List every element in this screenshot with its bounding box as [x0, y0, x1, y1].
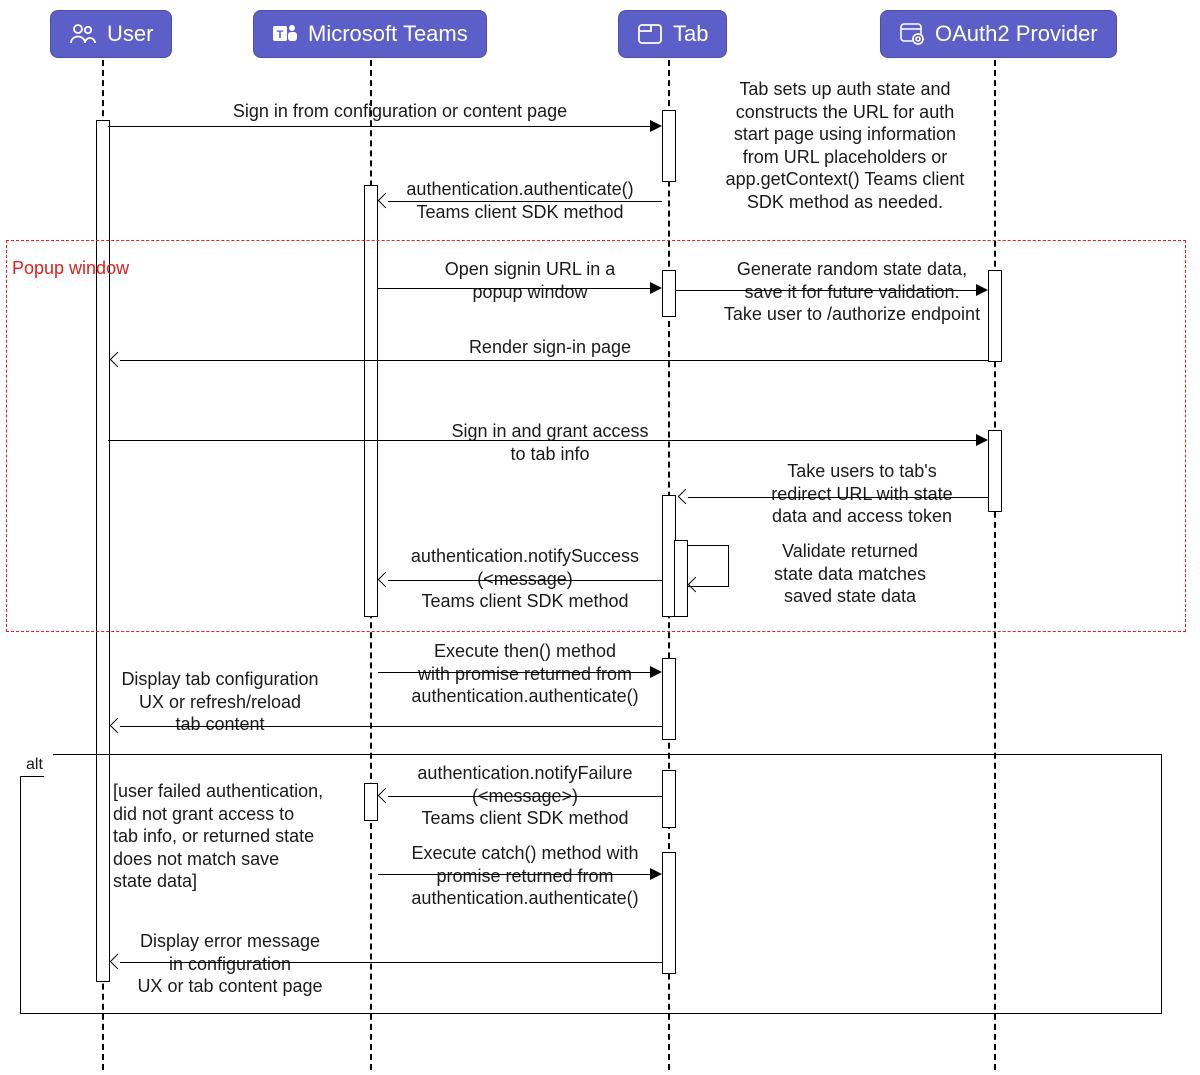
arrowhead-signin-grant [976, 434, 988, 446]
participant-user-label: User [107, 21, 153, 47]
note-validate: Validate returned state data matches sav… [750, 540, 950, 608]
msg-display-error: Display error message in configuration U… [115, 930, 345, 998]
arrow-notify-failure [388, 796, 662, 797]
participant-teams: T Microsoft Teams [253, 10, 487, 58]
users-icon [69, 22, 97, 46]
participant-user: User [50, 10, 172, 58]
arrow-open-popup [378, 288, 651, 289]
msg-signin-start: Sign in from configuration or content pa… [165, 100, 635, 123]
tab-icon [637, 23, 663, 45]
arrow-render-signin [120, 360, 988, 361]
arrowhead-to-oauth-authorize [976, 284, 988, 296]
arrow-signin-grant [108, 440, 978, 441]
popup-window-label: Popup window [12, 258, 129, 280]
note-redirect: Take users to tab's redirect URL with st… [752, 460, 972, 528]
browser-cog-icon [899, 22, 925, 46]
note-generate-state: Generate random state data, save it for … [712, 258, 992, 326]
activation-tab-1 [662, 110, 676, 182]
activation-tab-4 [662, 658, 676, 740]
participant-teams-label: Microsoft Teams [308, 21, 468, 47]
sequence-diagram: User T Microsoft Teams Tab [0, 0, 1200, 1075]
arrowhead-auth-authenticate [378, 193, 394, 209]
msg-signin-grant: Sign in and grant access to tab info [400, 420, 700, 465]
participant-oauth-label: OAuth2 Provider [935, 21, 1098, 47]
alt-condition: [user failed authentication, did not gra… [113, 780, 343, 893]
arrow-exec-then [378, 672, 651, 673]
arrow-display-error [120, 962, 662, 963]
msg-open-popup: Open signin URL in a popup window [420, 258, 640, 303]
arrow-signin-start [108, 126, 651, 127]
arrow-to-oauth-authorize [676, 290, 978, 291]
arrowhead-exec-then [650, 666, 662, 678]
arrow-redirect [688, 497, 988, 498]
note-tab-setup: Tab sets up auth state and constructs th… [715, 78, 975, 213]
msg-exec-then: Execute then() method with promise retur… [395, 640, 655, 708]
arrowhead-open-popup [650, 282, 662, 294]
msg-render-signin: Render sign-in page [400, 336, 700, 359]
participant-tab: Tab [618, 10, 727, 58]
arrow-exec-catch [378, 874, 651, 875]
msg-notify-success: authentication.notifySuccess (<message) … [395, 545, 655, 613]
arrow-auth-authenticate [388, 201, 662, 202]
participant-oauth: OAuth2 Provider [880, 10, 1117, 58]
svg-text:T: T [277, 29, 284, 41]
teams-icon: T [272, 22, 298, 46]
msg-exec-catch: Execute catch() method with promise retu… [390, 842, 660, 910]
arrow-display-config [120, 726, 662, 727]
arrow-notify-success [388, 580, 662, 581]
participant-tab-label: Tab [673, 21, 708, 47]
arrowhead-exec-catch [650, 868, 662, 880]
arrowhead-signin-start [650, 120, 662, 132]
